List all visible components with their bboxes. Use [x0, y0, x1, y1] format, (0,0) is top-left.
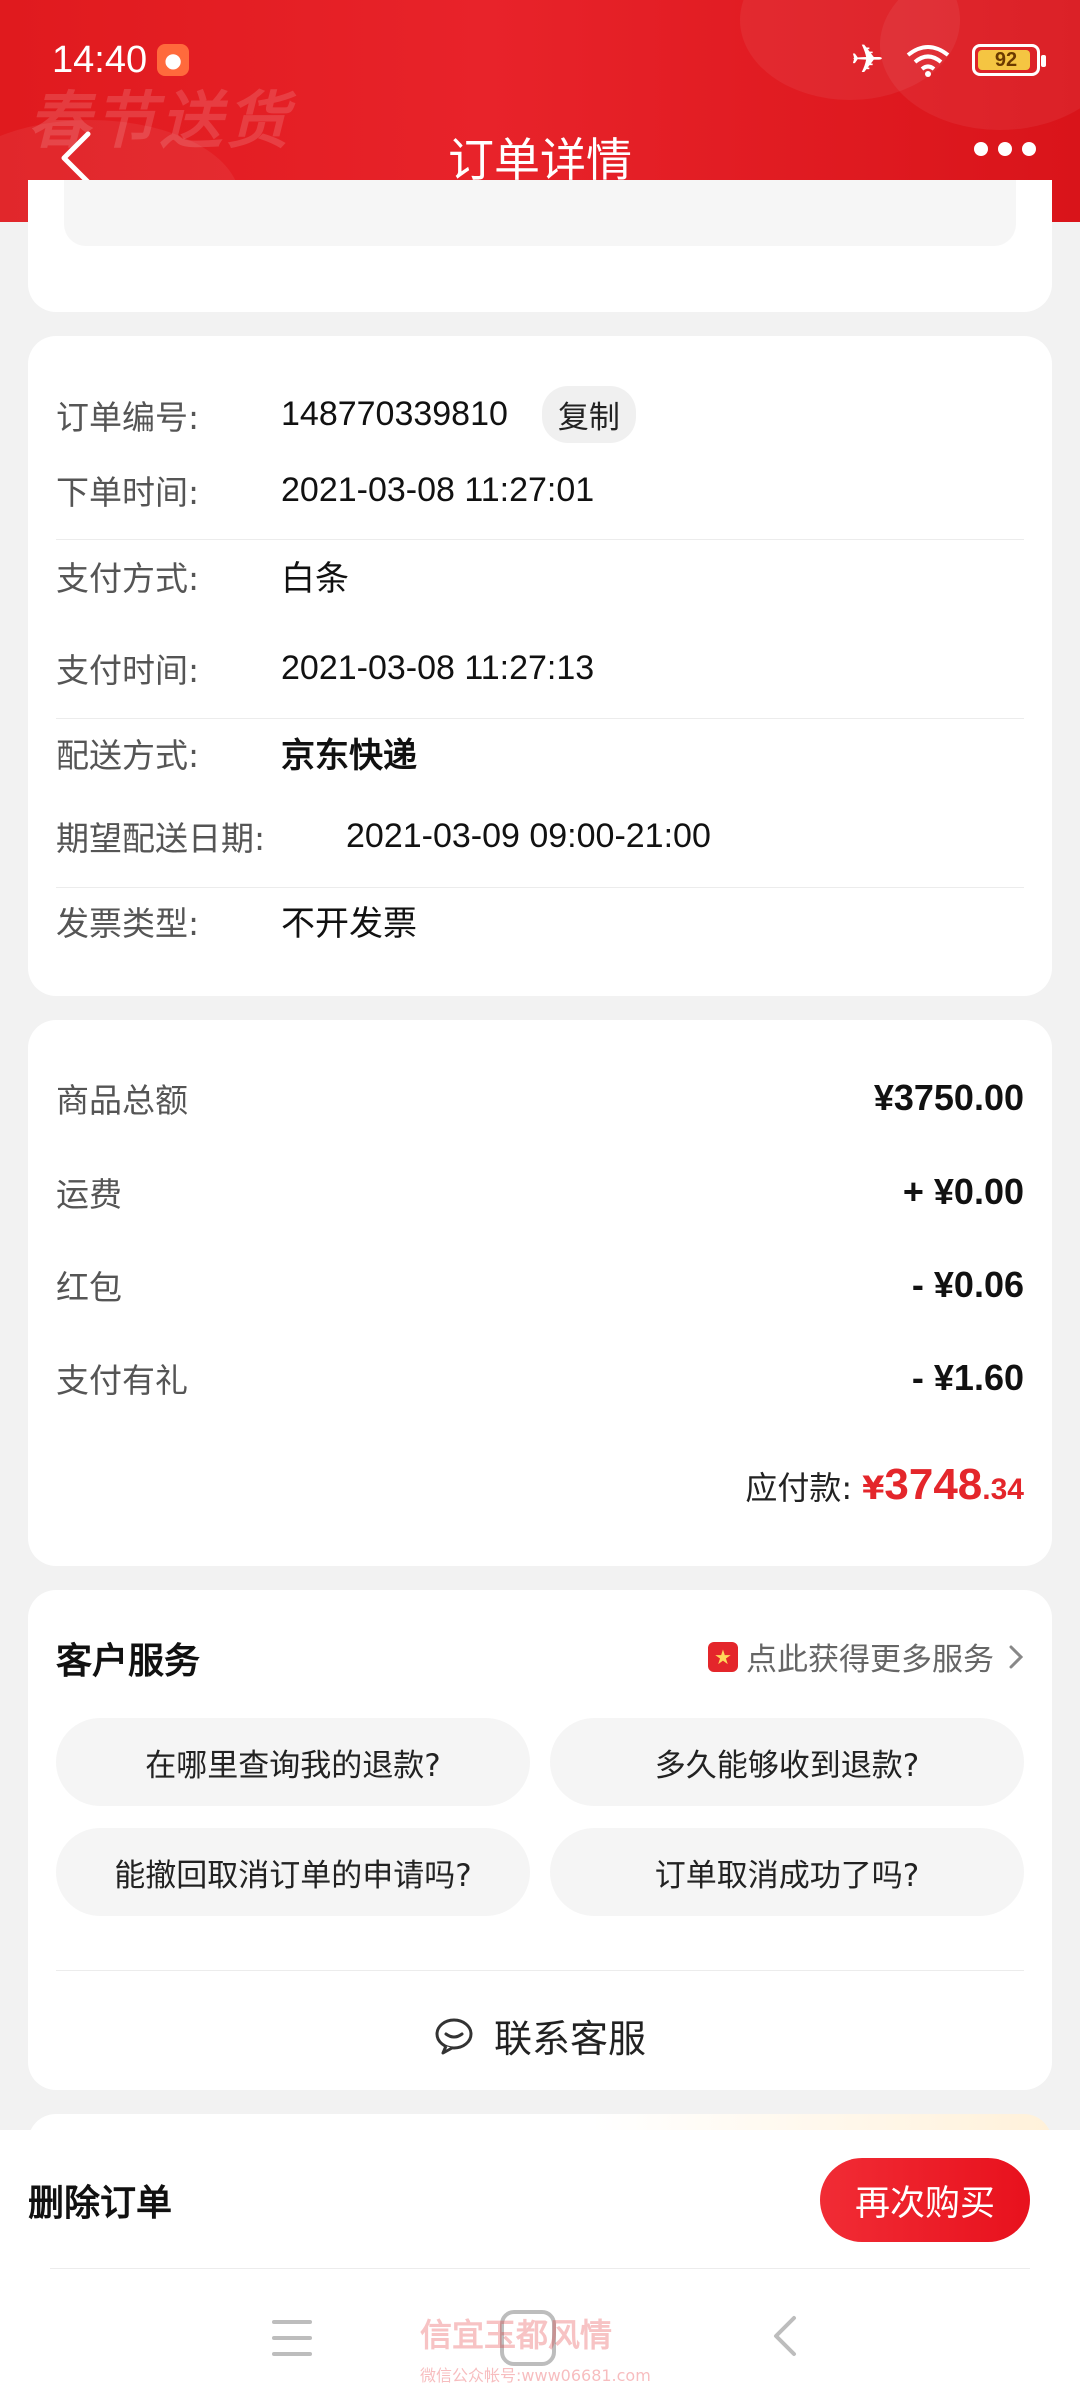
- divider: [56, 539, 1024, 540]
- address-card-inner: [64, 180, 1016, 246]
- pay-time-value: 2021-03-08 11:27:13: [281, 648, 595, 687]
- watermark-text: 信宜玉都风情: [420, 2316, 613, 2354]
- delivery-value: 京东快递: [281, 736, 417, 776]
- airplane-mode-icon: ✈: [850, 37, 884, 83]
- chevron-right-icon: [1009, 1645, 1024, 1668]
- pay-method-row: 支付方式: 白条: [56, 551, 1024, 600]
- customer-service-card: 客户服务 ★ 点此获得更多服务 在哪里查询我的退款? 多久能够收到退款? 能撤回…: [28, 1590, 1052, 2090]
- invoice-label: 发票类型:: [56, 903, 200, 943]
- order-no-row: 订单编号: 148770339810 复制: [56, 386, 1024, 443]
- divider: [56, 887, 1024, 888]
- price-value: + ¥0.00: [902, 1171, 1024, 1212]
- expected-date-value: 2021-03-09 09:00-21:00: [346, 816, 711, 855]
- order-time-label: 下单时间:: [56, 473, 200, 512]
- expected-date-label: 期望配送日期:: [56, 819, 266, 858]
- price-row-red-packet: 红包 - ¥0.06: [56, 1261, 1024, 1309]
- price-row-pay-gift: 支付有礼 - ¥1.60: [56, 1354, 1024, 1402]
- total-amount-decimal: .34: [982, 1473, 1024, 1506]
- price-label: 商品总额: [56, 1081, 188, 1120]
- pay-time-row: 支付时间: 2021-03-08 11:27:13: [56, 644, 1024, 692]
- contact-service-button[interactable]: 联系客服: [28, 2000, 1052, 2070]
- delivery-row: 配送方式: 京东快递: [56, 728, 1024, 777]
- back-arrow-icon[interactable]: [56, 130, 96, 186]
- price-row-shipping: 运费 + ¥0.00: [56, 1168, 1024, 1216]
- faq-button[interactable]: 在哪里查询我的退款?: [56, 1718, 530, 1806]
- service-star-icon: ★: [708, 1641, 738, 1672]
- divider: [50, 2268, 1030, 2269]
- order-time-value: 2021-03-08 11:27:01: [281, 470, 595, 509]
- price-value: - ¥0.06: [911, 1264, 1024, 1305]
- price-value: ¥3750.00: [873, 1077, 1024, 1118]
- order-info-card: 订单编号: 148770339810 复制 下单时间: 2021-03-08 1…: [28, 336, 1052, 996]
- order-time-row: 下单时间: 2021-03-08 11:27:01: [56, 466, 1024, 514]
- total-currency: ¥: [862, 1469, 885, 1507]
- more-options-icon[interactable]: [974, 142, 1036, 156]
- order-no-value: 148770339810: [281, 395, 508, 433]
- total-label: 应付款:: [745, 1469, 853, 1507]
- status-time: 14:40: [52, 38, 148, 81]
- battery-icon: 92: [972, 44, 1046, 76]
- wifi-icon: [906, 45, 950, 77]
- pay-time-label: 支付时间:: [56, 651, 200, 690]
- notification-icon: ●: [157, 44, 190, 76]
- divider: [56, 718, 1024, 719]
- status-bar: 14:40 ● ✈ 92: [52, 30, 1046, 90]
- invoice-row: 发票类型: 不开发票: [56, 896, 1024, 945]
- bottom-action-bar: 删除订单 再次购买: [0, 2130, 1080, 2270]
- system-back-icon[interactable]: [770, 2314, 798, 2358]
- recent-apps-icon[interactable]: [272, 2320, 312, 2356]
- battery-level: 92: [994, 48, 1018, 71]
- price-value: - ¥1.60: [911, 1357, 1024, 1398]
- more-services-label: 点此获得更多服务: [746, 1642, 994, 1678]
- buy-again-button[interactable]: 再次购买: [820, 2158, 1030, 2242]
- customer-service-title: 客户服务: [56, 1641, 201, 1682]
- pay-method-label: 支付方式:: [56, 558, 200, 598]
- chat-bubble-icon: [435, 2018, 473, 2055]
- order-no-label: 订单编号:: [56, 397, 200, 437]
- system-nav-bar: 信宜玉都风情 微信公众帐号:www06681.com: [0, 2270, 1080, 2400]
- total-payable: 应付款: ¥ 3748 .34: [745, 1460, 1024, 1510]
- address-card-partial: [28, 180, 1052, 312]
- price-label: 运费: [56, 1175, 122, 1214]
- copy-button[interactable]: 复制: [541, 386, 636, 443]
- delivery-label: 配送方式:: [56, 735, 200, 775]
- invoice-value: 不开发票: [281, 904, 417, 944]
- price-card: 商品总额 ¥3750.00 运费 + ¥0.00 红包 - ¥0.06 支付有礼…: [28, 1020, 1052, 1566]
- faq-button[interactable]: 多久能够收到退款?: [550, 1718, 1024, 1806]
- faq-button[interactable]: 能撤回取消订单的申请吗?: [56, 1828, 530, 1916]
- delete-order-button[interactable]: 删除订单: [28, 2174, 172, 2226]
- price-label: 支付有礼: [56, 1361, 188, 1400]
- price-label: 红包: [56, 1268, 122, 1307]
- price-row-subtotal: 商品总额 ¥3750.00: [56, 1074, 1024, 1122]
- total-amount-integer: 3748: [884, 1460, 983, 1509]
- pay-method-value: 白条: [281, 559, 349, 599]
- divider: [56, 1970, 1024, 1971]
- watermark-subtext: 微信公众帐号:www06681.com: [420, 2366, 651, 2385]
- expected-date-row: 期望配送日期: 2021-03-09 09:00-21:00: [56, 812, 1024, 860]
- more-services-link[interactable]: ★ 点此获得更多服务: [708, 1634, 1024, 1679]
- faq-button[interactable]: 订单取消成功了吗?: [550, 1828, 1024, 1916]
- contact-service-label: 联系客服: [493, 2016, 646, 2061]
